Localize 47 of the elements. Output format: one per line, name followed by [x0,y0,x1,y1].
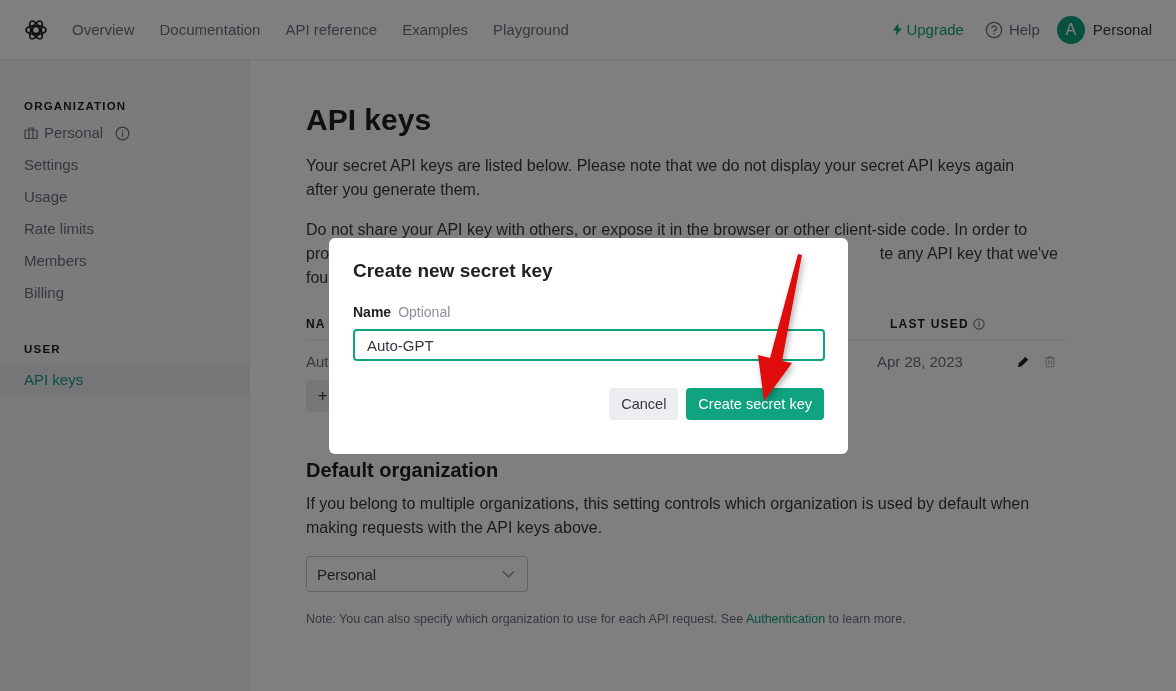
lightning-icon [893,23,903,36]
table-cell: Aut [306,352,329,370]
sidebar-item[interactable]: Rate limits [0,213,249,245]
description-text: If you belong to multiple organizations, this setting controls which organization is used by default when making requests with the API keys above. [306,494,1031,538]
cancel-button[interactable]: Cancel [609,388,679,420]
nav-link[interactable]: Examples [402,21,468,38]
create-button[interactable]: Create secret key [686,388,824,420]
sidebar-item[interactable]: Members [0,245,249,277]
sidebar-heading: ORGANIZATION [23,100,128,112]
field-label: Name [353,304,392,320]
warning-text: te any API key that we've [879,244,1058,264]
help-icon [984,20,1003,39]
chevron-down-icon [502,570,515,578]
sidebar-heading: USER [23,343,62,355]
upgrade-link[interactable]: Upgrade [893,21,964,38]
logo-icon[interactable] [24,17,48,42]
sidebar-item[interactable]: API keys [0,363,249,397]
pencil-icon[interactable] [1017,354,1030,368]
name-input-field[interactable]: Auto-GPT [353,329,825,361]
warning-text: pro [306,244,330,264]
intro-text: Your secret API keys are listed below. Please note that we do not display your secret API keys again after you generate them. [306,156,1016,200]
nav-link[interactable]: Playground [493,21,569,38]
nav-link[interactable]: Documentation [159,21,261,38]
warning-text: fou [306,269,329,286]
table-cell-text: Apr 28, 2023 [877,352,964,370]
page-title: API keys [306,102,433,138]
briefcase-icon [24,126,38,140]
info-icon[interactable] [972,318,985,330]
field-hint: Optional [398,304,451,320]
authentication-link[interactable]: Authentication [745,612,826,626]
sidebar-item[interactable]: Personal [0,120,249,149]
column-header: LAST USED [890,317,969,331]
organization-select[interactable]: Personal [306,556,528,592]
avatar[interactable]: A [1056,15,1085,44]
sidebar-item[interactable]: Settings [0,149,249,181]
account-name[interactable]: Personal [1092,21,1152,38]
nav-link[interactable]: Overview [72,21,135,38]
note-text: Note: You can also specify which organization to use for each API request. See Authentication to learn more. [306,612,907,626]
sidebar-item[interactable]: Usage [0,181,249,213]
info-icon [115,125,131,141]
help-link[interactable]: Help [984,20,1040,39]
column-header: NA [306,317,326,331]
warning-text: Do not share your API key with others, or expose it in the browser or other client-side code. In order to [306,221,1028,238]
modal-title: Create new secret key [353,260,554,282]
sidebar-item[interactable]: Billing [0,277,249,309]
nav-link[interactable]: API reference [285,21,378,38]
section-heading: Default organization [306,458,500,482]
